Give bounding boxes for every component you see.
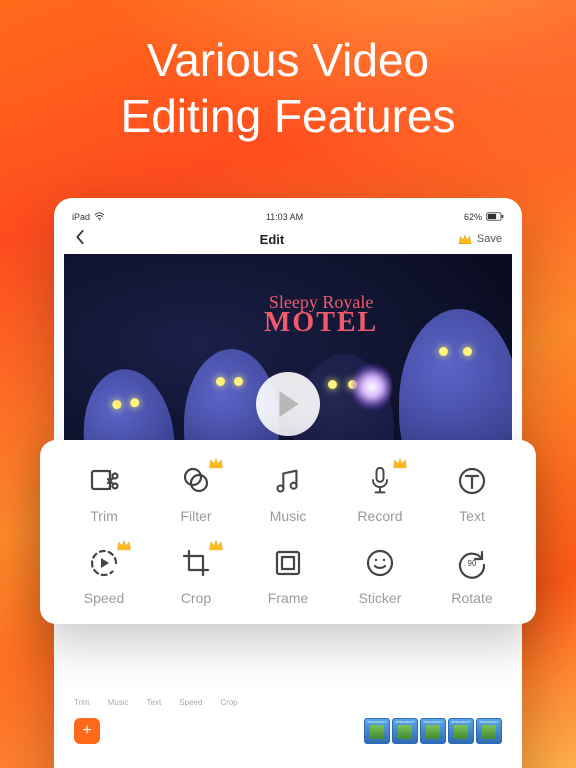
play-icon — [275, 389, 301, 419]
headline: Various Video Editing Features — [0, 32, 576, 144]
mini-tabs: Trim Music Text Speed Crop — [74, 694, 502, 715]
status-bar: iPad 11:03 AM 62% — [64, 208, 512, 224]
tools-grid: Trim Filter Music Record — [58, 462, 518, 606]
tool-label: Filter — [180, 508, 211, 524]
tool-label: Frame — [268, 590, 308, 606]
tool-rotate[interactable]: 90 Rotate — [426, 544, 518, 606]
nav-bar: Edit Save — [64, 224, 512, 254]
save-button[interactable]: Save — [458, 233, 502, 245]
mini-tab-music[interactable]: Music — [108, 698, 129, 707]
mini-tab-trim[interactable]: Trim — [74, 698, 90, 707]
device-label: iPad — [72, 212, 90, 222]
music-icon — [269, 462, 307, 500]
tool-filter[interactable]: Filter — [150, 462, 242, 524]
mini-tab-speed[interactable]: Speed — [179, 698, 202, 707]
back-button[interactable] — [74, 229, 86, 250]
tool-label: Text — [459, 508, 485, 524]
text-icon — [453, 462, 491, 500]
tool-music[interactable]: Music — [242, 462, 334, 524]
play-button[interactable] — [256, 372, 320, 436]
motel-sign: Sleepy Royale MOTEL — [264, 294, 378, 335]
tool-label: Sticker — [359, 590, 402, 606]
clip-thumb[interactable]: MINECRAFT — [392, 718, 418, 744]
crown-icon — [458, 233, 472, 245]
tool-sticker[interactable]: Sticker — [334, 544, 426, 606]
purple-flame — [352, 362, 392, 412]
rotate-icon: 90 — [453, 544, 491, 582]
headline-line-1: Various Video — [0, 32, 576, 88]
motel-line-2: MOTEL — [264, 310, 378, 335]
clip-thumb[interactable]: MINECRAFT — [476, 718, 502, 744]
tool-trim[interactable]: Trim — [58, 462, 150, 524]
save-label: Save — [477, 233, 502, 245]
tool-label: Record — [357, 508, 402, 524]
clip-strip[interactable]: MINECRAFT MINECRAFT MINECRAFT MINECRAFT … — [364, 718, 502, 744]
tool-text[interactable]: Text — [426, 462, 518, 524]
clip-thumb[interactable]: MINECRAFT — [364, 718, 390, 744]
premium-badge-icon — [208, 456, 224, 474]
premium-badge-icon — [392, 456, 408, 474]
premium-badge-icon — [116, 538, 132, 556]
mini-tab-text[interactable]: Text — [147, 698, 162, 707]
timeline: + MINECRAFT MINECRAFT MINECRAFT MINECRAF… — [64, 718, 512, 768]
battery-pct: 62% — [464, 212, 482, 222]
headline-line-2: Editing Features — [0, 88, 576, 144]
add-clip-button[interactable]: + — [74, 718, 100, 744]
trim-icon — [85, 462, 123, 500]
tool-label: Trim — [90, 508, 117, 524]
tool-record[interactable]: Record — [334, 462, 426, 524]
tool-speed[interactable]: Speed — [58, 544, 150, 606]
mini-toolbar: Trim Music Text Speed Crop — [64, 694, 512, 715]
wifi-icon — [94, 212, 105, 223]
tool-crop[interactable]: Crop — [150, 544, 242, 606]
tool-frame[interactable]: Frame — [242, 544, 334, 606]
premium-badge-icon — [208, 538, 224, 556]
tool-label: Rotate — [451, 590, 492, 606]
clip-thumb[interactable]: MINECRAFT — [420, 718, 446, 744]
tool-label: Crop — [181, 590, 211, 606]
clip-thumb[interactable]: MINECRAFT — [448, 718, 474, 744]
timeline-times: 00:00 01:24 — [74, 752, 502, 768]
svg-text:90: 90 — [468, 559, 477, 568]
frame-icon — [269, 544, 307, 582]
promo-background: Various Video Editing Features iPad 11:0… — [0, 0, 576, 768]
sticker-icon — [361, 544, 399, 582]
clock: 11:03 AM — [266, 212, 303, 222]
tools-panel: Trim Filter Music Record — [40, 440, 536, 624]
battery-icon — [486, 212, 504, 223]
tool-label: Speed — [84, 590, 124, 606]
mini-tab-crop[interactable]: Crop — [220, 698, 237, 707]
page-title: Edit — [260, 232, 285, 247]
tool-label: Music — [270, 508, 307, 524]
